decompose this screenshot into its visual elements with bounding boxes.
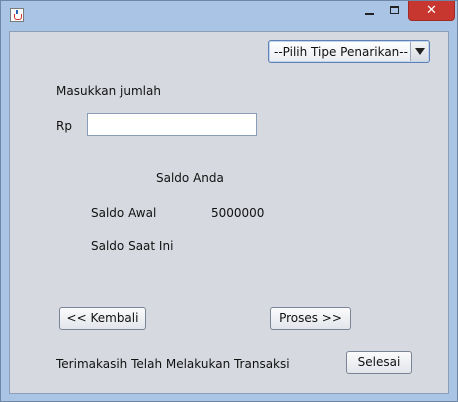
- finish-button[interactable]: Selesai: [346, 351, 412, 374]
- app-window: ✕ --Pilih Tipe Penarikan-- Masukkan juml…: [0, 0, 458, 402]
- close-icon: ✕: [426, 3, 437, 18]
- close-button[interactable]: ✕: [408, 1, 455, 21]
- minimize-icon: [365, 13, 374, 15]
- initial-balance-label: Saldo Awal: [91, 206, 157, 220]
- java-icon-cup: [14, 14, 22, 20]
- maximize-button[interactable]: [382, 1, 408, 21]
- balance-heading: Saldo Anda: [156, 171, 224, 185]
- minimize-button[interactable]: [356, 1, 382, 21]
- java-app-icon[interactable]: [10, 8, 24, 22]
- amount-prompt-label: Masukkan jumlah: [56, 84, 161, 98]
- amount-input[interactable]: [87, 113, 257, 136]
- current-balance-label: Saldo Saat Ini: [91, 239, 174, 253]
- chevron-down-icon: [415, 48, 425, 55]
- withdrawal-type-selected: --Pilih Tipe Penarikan--: [274, 45, 408, 59]
- dropdown-button[interactable]: [410, 42, 428, 61]
- initial-balance-value: 5000000: [211, 206, 265, 220]
- currency-label: Rp: [56, 119, 72, 133]
- thank-you-message: Terimakasih Telah Melakukan Transaksi: [56, 357, 290, 371]
- process-button[interactable]: Proses >>: [270, 307, 351, 330]
- main-panel: --Pilih Tipe Penarikan-- Masukkan jumlah…: [9, 31, 449, 394]
- withdrawal-type-select[interactable]: --Pilih Tipe Penarikan--: [268, 40, 430, 63]
- title-bar[interactable]: ✕: [1, 1, 457, 31]
- back-button[interactable]: << Kembali: [59, 307, 146, 330]
- maximize-icon: [390, 6, 399, 14]
